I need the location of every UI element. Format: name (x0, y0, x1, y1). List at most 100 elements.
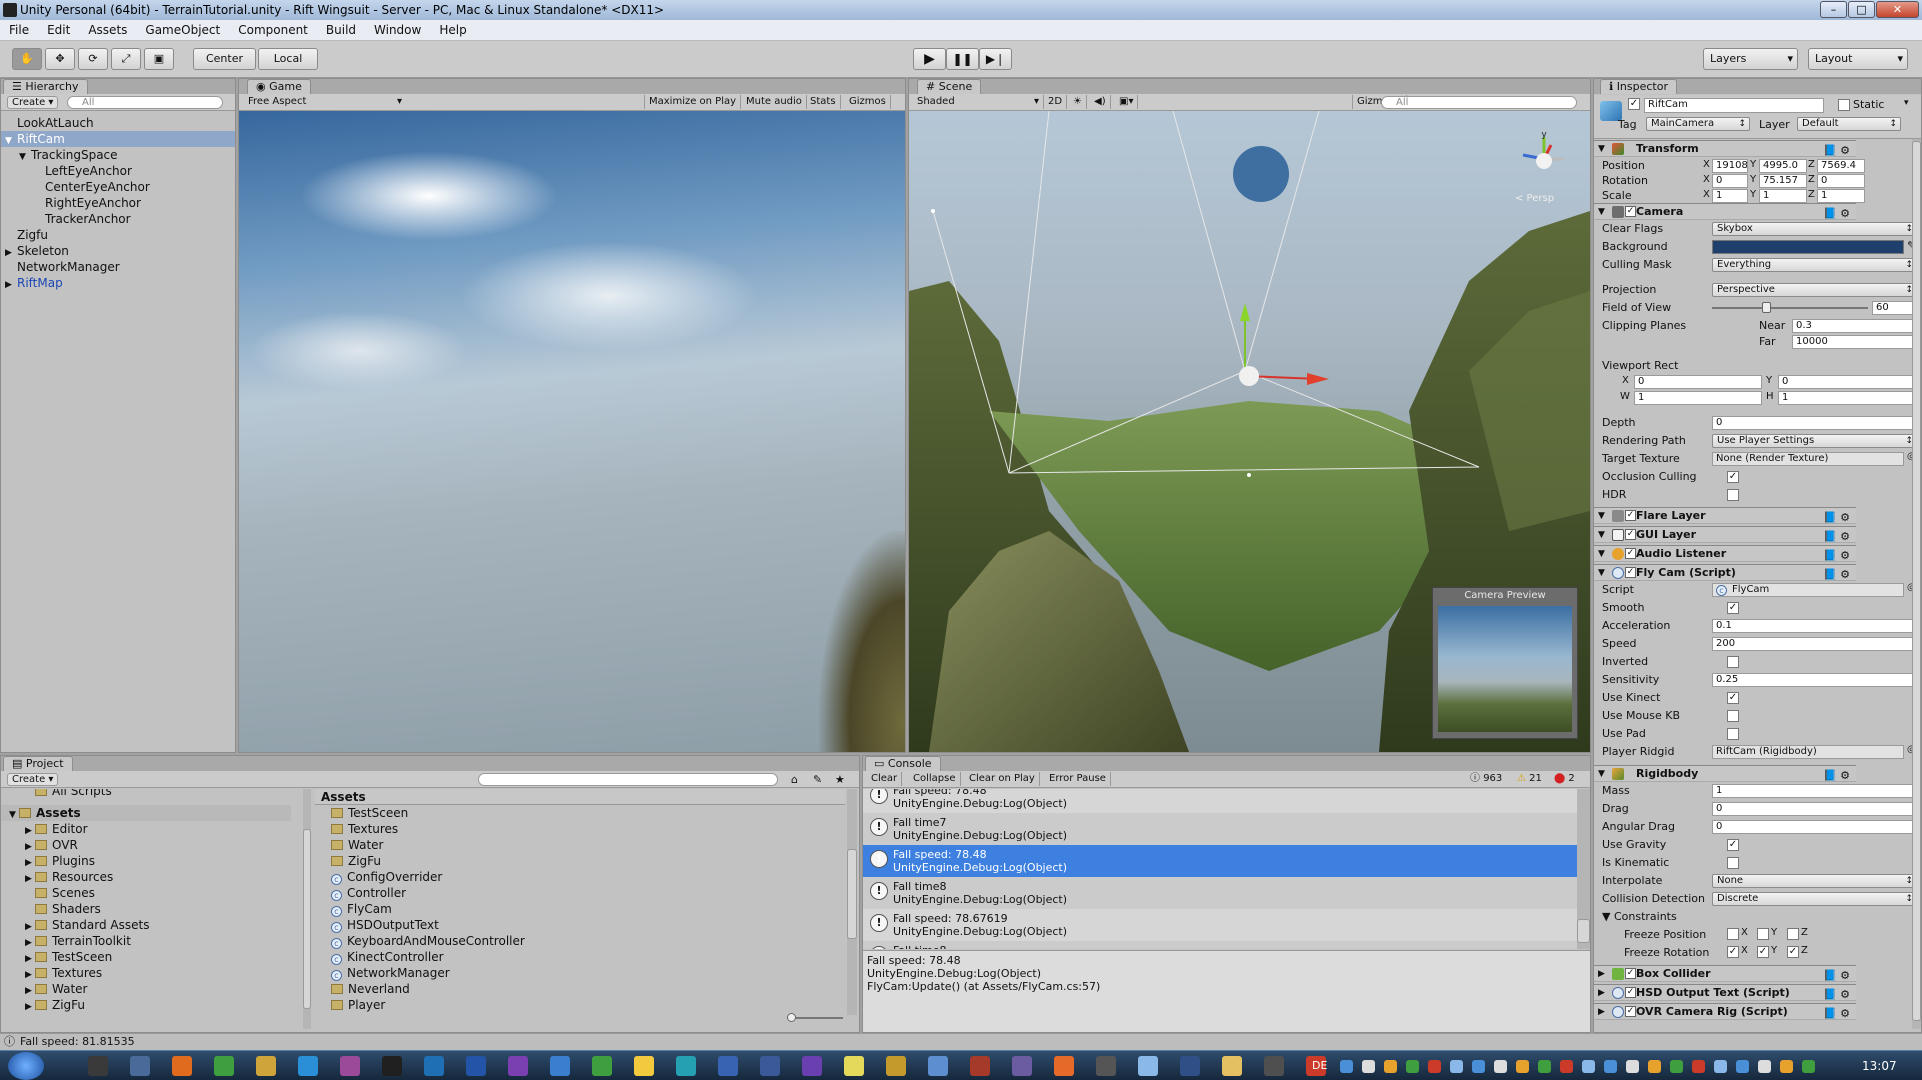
sensitivity-field[interactable]: 0.25 (1712, 673, 1917, 687)
taskbar-app-icon[interactable] (214, 1056, 234, 1076)
foldout-icon[interactable]: ▶ (5, 277, 17, 293)
status-bar[interactable]: ⓘ Fall speed: 81.81535 (0, 1033, 1922, 1050)
hierarchy-item[interactable]: RightEyeAnchor (1, 195, 235, 211)
project-tree-scrollbar[interactable] (303, 789, 311, 1029)
gear-icon[interactable]: 📘 ⚙ (1823, 143, 1850, 159)
camera-header[interactable]: ▼ ✓ Camera 📘 ⚙ (1594, 203, 1856, 220)
game-viewport[interactable] (239, 111, 905, 752)
project-folder-item[interactable]: ▶ OVR (25, 837, 78, 853)
box-collider-header[interactable]: ▶ ✓ Box Collider 📘 ⚙ (1594, 965, 1856, 982)
hierarchy-item[interactable]: ▼ RiftCam (1, 131, 235, 147)
pivot-local-button[interactable]: Local (258, 48, 318, 70)
hierarchy-item[interactable]: LookAtLauch (1, 115, 235, 131)
freeze-rotation-y-checkbox[interactable]: ✓ (1757, 946, 1769, 958)
taskbar-app-icon[interactable] (550, 1056, 570, 1076)
menu-build[interactable]: Build (317, 23, 365, 37)
foldout-icon[interactable]: ▶ (1598, 1004, 1605, 1020)
foldout-icon[interactable]: ▼ (1598, 565, 1605, 581)
drag-field[interactable]: 0 (1712, 802, 1917, 816)
fov-field[interactable]: 60 (1872, 301, 1917, 315)
taskbar-app-icon[interactable] (298, 1056, 318, 1076)
clear-flags-dropdown[interactable]: Skybox (1712, 222, 1917, 236)
freeze-position-z-checkbox[interactable] (1787, 928, 1799, 940)
tray-icon[interactable] (1714, 1060, 1727, 1073)
background-color-swatch[interactable] (1712, 240, 1904, 254)
asset-item[interactable]: Player (331, 997, 385, 1013)
taskbar-app-icon[interactable] (634, 1056, 654, 1076)
rotate-tool-icon[interactable]: ⟳ (78, 48, 108, 70)
taskbar-app-icon[interactable] (1180, 1056, 1200, 1076)
warning-count-toggle[interactable]: ⚠ 21 (1517, 772, 1542, 786)
2d-toggle[interactable]: 2D (1043, 95, 1068, 109)
label-icon[interactable]: ✎ (813, 772, 822, 788)
hierarchy-item[interactable]: ▶ Skeleton (1, 243, 235, 259)
mute-audio-button[interactable]: Mute audio (742, 95, 807, 109)
tab-scene[interactable]: # Scene (917, 79, 982, 94)
persp-label[interactable]: < Persp (1515, 193, 1554, 204)
tray-icon[interactable] (1472, 1060, 1485, 1073)
collision-detection-dropdown[interactable]: Discrete (1712, 892, 1917, 906)
taskbar-app-icon[interactable] (928, 1056, 948, 1076)
gear-icon[interactable]: 📘 ⚙ (1823, 510, 1850, 526)
menu-window[interactable]: Window (365, 23, 430, 37)
object-name-field[interactable]: RiftCam (1644, 98, 1824, 113)
filter-type-icon[interactable]: ⌂ (791, 772, 798, 788)
taskbar-app-icon[interactable] (466, 1056, 486, 1076)
asset-list-scroll-thumb[interactable] (847, 849, 857, 939)
hsd-output-checkbox[interactable]: ✓ (1625, 987, 1636, 998)
pause-icon[interactable]: ❚❚ (946, 48, 979, 70)
foldout-icon[interactable]: ▼ (1598, 204, 1605, 220)
step-icon[interactable]: ▶❘ (979, 48, 1012, 70)
gear-icon[interactable]: 📘 ⚙ (1823, 768, 1850, 784)
sun-icon[interactable]: ☀ (1069, 95, 1087, 109)
project-folder-item[interactable]: ▼ Assets (1, 805, 291, 821)
game-gizmos-button[interactable]: Gizmos (845, 95, 891, 109)
project-search-input[interactable] (478, 773, 778, 786)
language-indicator[interactable]: DE (1312, 1059, 1327, 1072)
console-entry[interactable]: ! Fall speed: 78.67619 UnityEngine.Debug:L… (863, 909, 1577, 941)
inspector-scrollbar[interactable] (1912, 139, 1921, 1029)
console-entry[interactable]: ! Fall time8 UnityEngine.Debug:Log(Object) (863, 877, 1577, 909)
assets-breadcrumb[interactable]: Assets (315, 789, 845, 805)
tray-icon[interactable] (1670, 1060, 1683, 1073)
project-folder-item[interactable]: Shaders (25, 901, 101, 917)
project-folder-item[interactable]: ▶ Plugins (25, 853, 95, 869)
position-y-field[interactable]: 4995.0 (1759, 159, 1807, 173)
viewport-w-field[interactable]: 1 (1634, 391, 1762, 405)
flycam-header[interactable]: ▼ ✓ Fly Cam (Script) 📘 ⚙ (1594, 564, 1856, 581)
hierarchy-create-dropdown[interactable]: Create ▾ (7, 96, 59, 109)
asset-item[interactable]: TestSceen (331, 805, 408, 821)
tab-project[interactable]: ▤ Project (3, 756, 73, 771)
menu-file[interactable]: File (0, 23, 38, 37)
foldout-icon[interactable]: ▼ (1598, 141, 1605, 157)
hsd-output-header[interactable]: ▶ ✓ HSD Output Text (Script) 📘 ⚙ (1594, 984, 1856, 1001)
audio-listener-checkbox[interactable]: ✓ (1625, 548, 1636, 559)
taskbar-app-icon[interactable] (382, 1056, 402, 1076)
tray-icon[interactable] (1582, 1060, 1595, 1073)
taskbar-app-icon[interactable] (88, 1056, 108, 1076)
scale-x-field[interactable]: 1 (1712, 189, 1748, 203)
foldout-icon[interactable]: ▼ (1598, 527, 1605, 543)
project-folder-item[interactable]: Scenes (25, 885, 95, 901)
camera-enabled-checkbox[interactable]: ✓ (1625, 206, 1636, 217)
gui-layer-header[interactable]: ▼ ✓ GUI Layer 📘 ⚙ (1594, 526, 1856, 543)
hierarchy-item[interactable]: ▶ RiftMap (1, 275, 235, 291)
gear-icon[interactable]: 📘 ⚙ (1823, 529, 1850, 545)
fov-slider-handle[interactable] (1761, 302, 1771, 313)
audio-listener-header[interactable]: ▼ ✓ Audio Listener 📘 ⚙ (1594, 545, 1856, 562)
rendering-path-dropdown[interactable]: Use Player Settings (1712, 434, 1917, 448)
menu-gameobject[interactable]: GameObject (136, 23, 229, 37)
foldout-icon[interactable]: ▶ (25, 999, 35, 1015)
scene-viewport[interactable]: y < Persp Camera Preview (909, 111, 1590, 752)
foldout-icon[interactable]: ▼ (5, 133, 17, 149)
taskbar-app-icon[interactable] (1012, 1056, 1032, 1076)
culling-mask-dropdown[interactable]: Everything (1712, 258, 1917, 272)
log-count-toggle[interactable]: ⓘ 963 (1470, 772, 1502, 786)
taskbar-app-icon[interactable] (802, 1056, 822, 1076)
tray-icon[interactable] (1736, 1060, 1749, 1073)
asset-item[interactable]: c FlyCam (331, 901, 392, 917)
project-folder-item[interactable]: ▶ TerrainToolkit (25, 933, 131, 949)
mass-field[interactable]: 1 (1712, 784, 1917, 798)
hierarchy-item[interactable]: NetworkManager (1, 259, 235, 275)
tray-icon[interactable] (1648, 1060, 1661, 1073)
